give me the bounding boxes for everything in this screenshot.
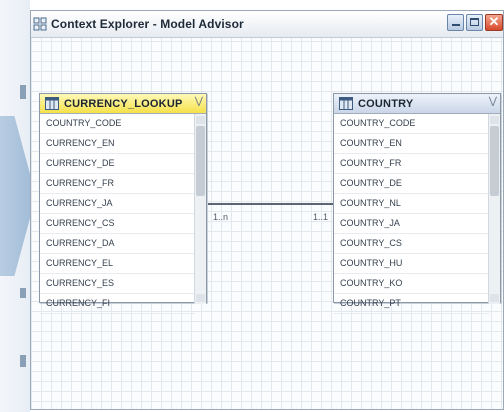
entity-currency-lookup[interactable]: CURRENCY_LOOKUP ⋁ COUNTRY_CODE CURRENCY_… — [39, 93, 207, 314]
scroll-up-arrow[interactable] — [196, 116, 205, 124]
entity-title: CURRENCY_LOOKUP — [64, 97, 183, 110]
title-bar[interactable]: Context Explorer - Model Advisor ✕ — [31, 11, 503, 38]
entity-title: COUNTRY — [358, 97, 414, 110]
scrollbar[interactable] — [488, 114, 500, 304]
column-row[interactable]: COUNTRY_DE — [334, 174, 489, 194]
edge-marker — [20, 355, 26, 367]
scroll-thumb[interactable] — [490, 126, 499, 196]
column-row[interactable]: COUNTRY_EN — [334, 134, 489, 154]
column-row[interactable]: COUNTRY_CODE — [334, 114, 489, 134]
column-list: COUNTRY_CODE COUNTRY_EN COUNTRY_FR COUNT… — [334, 114, 500, 314]
column-list: COUNTRY_CODE CURRENCY_EN CURRENCY_DE CUR… — [40, 114, 206, 314]
minimize-icon — [452, 24, 460, 26]
scroll-down-arrow[interactable] — [196, 294, 205, 302]
scroll-thumb[interactable] — [196, 126, 205, 196]
entity-header[interactable]: CURRENCY_LOOKUP ⋁ — [40, 94, 206, 114]
maximize-icon — [470, 18, 479, 26]
column-row[interactable]: COUNTRY_CS — [334, 234, 489, 254]
column-row[interactable]: CURRENCY_FR — [40, 174, 195, 194]
column-row[interactable]: COUNTRY_KO — [334, 274, 489, 294]
context-explorer-window: Context Explorer - Model Advisor ✕ 1..n … — [30, 10, 504, 410]
column-row[interactable]: CURRENCY_DA — [40, 234, 195, 254]
close-icon: ✕ — [488, 14, 500, 29]
column-row[interactable]: CURRENCY_EN — [40, 134, 195, 154]
cardinality-right: 1..1 — [313, 212, 329, 222]
window-title: Context Explorer - Model Advisor — [51, 17, 244, 31]
column-row[interactable]: CURRENCY_ES — [40, 274, 195, 294]
double-chevron-icon[interactable]: ⋁ — [195, 96, 203, 107]
table-icon — [45, 97, 59, 110]
scroll-down-arrow[interactable] — [490, 294, 499, 302]
column-row[interactable]: COUNTRY_JA — [334, 214, 489, 234]
column-row[interactable]: CURRENCY_DE — [40, 154, 195, 174]
scroll-up-arrow[interactable] — [490, 116, 499, 124]
close-button[interactable]: ✕ — [485, 14, 503, 31]
maximize-button[interactable] — [466, 14, 483, 31]
edge-marker — [20, 288, 26, 298]
entity-header[interactable]: COUNTRY ⋁ — [334, 94, 500, 114]
scrollbar[interactable] — [194, 114, 206, 304]
column-row[interactable]: COUNTRY_CODE — [40, 114, 195, 134]
edge-marker — [20, 85, 26, 99]
cardinality-left: 1..n — [213, 212, 229, 222]
column-row[interactable]: CURRENCY_EL — [40, 254, 195, 274]
column-row[interactable]: COUNTRY_FR — [334, 154, 489, 174]
column-row[interactable]: CURRENCY_JA — [40, 194, 195, 214]
entity-country[interactable]: COUNTRY ⋁ COUNTRY_CODE COUNTRY_EN COUNTR… — [333, 93, 501, 314]
double-chevron-icon[interactable]: ⋁ — [489, 96, 497, 107]
column-row[interactable]: COUNTRY_HU — [334, 254, 489, 274]
grid-icon — [33, 17, 47, 31]
table-icon — [339, 97, 353, 110]
column-row[interactable]: CURRENCY_CS — [40, 214, 195, 234]
column-row[interactable]: COUNTRY_PT — [334, 294, 489, 314]
relationship-line[interactable] — [205, 203, 335, 205]
column-row[interactable]: CURRENCY_FI — [40, 294, 195, 314]
column-row[interactable]: COUNTRY_NL — [334, 194, 489, 214]
window-controls: ✕ — [445, 14, 503, 31]
minimize-button[interactable] — [447, 14, 464, 31]
